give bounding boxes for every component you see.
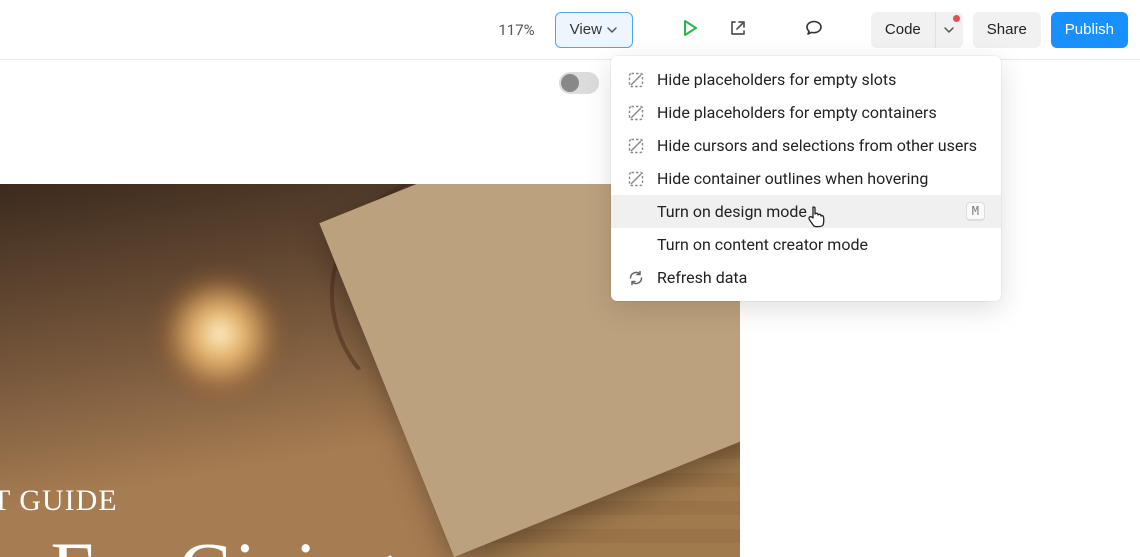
open-external-button[interactable]	[719, 12, 757, 48]
wood-texture	[484, 344, 740, 557]
code-button-group: Code	[871, 12, 963, 48]
chevron-down-icon	[943, 24, 955, 36]
view-dropdown-button[interactable]: View	[555, 12, 633, 48]
pointer-cursor-icon	[806, 205, 828, 235]
menu-item-label: Hide placeholders for empty slots	[657, 70, 896, 89]
external-link-icon	[729, 19, 747, 41]
zoom-level[interactable]: 117%	[488, 15, 544, 45]
menu-item-label: Turn on design mode	[657, 202, 807, 221]
menu-item-label: Hide cursors and selections from other u…	[657, 136, 977, 155]
twine-decoration	[288, 184, 613, 456]
publish-button[interactable]: Publish	[1051, 12, 1128, 48]
menu-hide-cursors[interactable]: Hide cursors and selections from other u…	[611, 129, 1001, 162]
refresh-icon	[627, 269, 645, 287]
menu-item-label: Hide container outlines when hovering	[657, 169, 928, 188]
code-button[interactable]: Code	[871, 12, 935, 48]
play-button[interactable]	[671, 12, 709, 48]
menu-hide-empty-containers[interactable]: Hide placeholders for empty containers	[611, 96, 1001, 129]
keyboard-shortcut: M	[966, 202, 985, 221]
menu-hide-empty-slots[interactable]: Hide placeholders for empty slots	[611, 63, 1001, 96]
slash-square-icon	[627, 137, 645, 155]
notification-dot-icon	[953, 15, 960, 22]
hero-title: n For Giving	[0, 529, 395, 557]
slash-square-icon	[627, 170, 645, 188]
share-button[interactable]: Share	[973, 12, 1041, 48]
slash-square-icon	[627, 71, 645, 89]
menu-item-label: Hide placeholders for empty containers	[657, 103, 937, 122]
view-label: View	[570, 21, 602, 38]
topbar: 117% View Code Sh	[0, 0, 1140, 60]
chevron-down-icon	[606, 24, 618, 36]
hero-subtitle: T GUIDE	[0, 484, 118, 518]
interactive-toggle[interactable]	[559, 72, 599, 94]
menu-refresh-data[interactable]: Refresh data	[611, 261, 1001, 294]
menu-item-label: Turn on content creator mode	[657, 235, 868, 254]
code-dropdown-chevron[interactable]	[935, 12, 963, 48]
menu-hide-outlines[interactable]: Hide container outlines when hovering	[611, 162, 1001, 195]
comment-icon	[805, 19, 823, 41]
comment-button[interactable]	[795, 12, 833, 48]
slash-square-icon	[627, 104, 645, 122]
toggle-knob-icon	[561, 74, 579, 92]
view-dropdown-menu: Hide placeholders for empty slots Hide p…	[611, 56, 1001, 301]
play-icon	[681, 19, 699, 41]
menu-item-label: Refresh data	[657, 268, 747, 287]
